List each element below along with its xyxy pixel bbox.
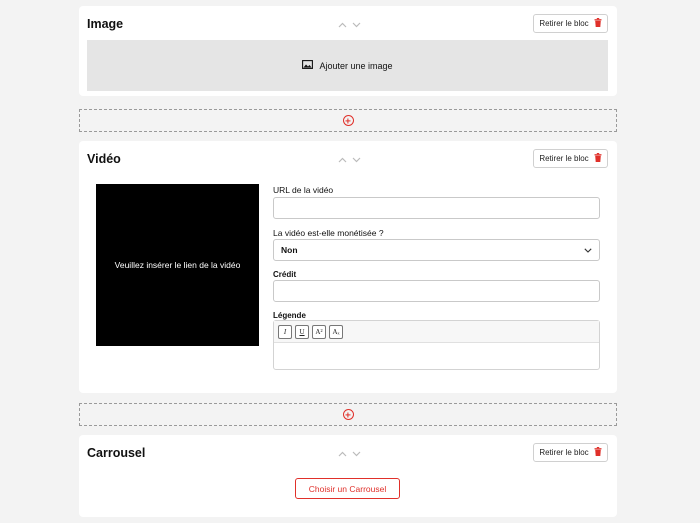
- chevron-up-icon[interactable]: [337, 19, 348, 30]
- reorder-controls: [337, 154, 362, 165]
- remove-block-label: Retirer le bloc: [539, 154, 589, 163]
- add-image-area[interactable]: Ajouter une image: [87, 40, 608, 91]
- trash-icon: [594, 447, 602, 458]
- underline-button[interactable]: U: [295, 324, 309, 339]
- url-label: URL de la vidéo: [273, 185, 334, 195]
- chevron-up-icon[interactable]: [337, 154, 348, 165]
- chevron-down-icon[interactable]: [351, 19, 362, 30]
- video-url-input[interactable]: [273, 197, 600, 219]
- caption-editor: I U A² Aₓ: [273, 320, 600, 370]
- caption-toolbar: I U A² Aₓ: [274, 321, 599, 343]
- reorder-controls: [337, 19, 362, 30]
- chevron-down-icon[interactable]: [351, 154, 362, 165]
- caption-label: Légende: [273, 311, 306, 320]
- choose-carousel-button[interactable]: Choisir un Carrousel: [295, 478, 400, 499]
- chevron-down-icon: [584, 245, 592, 255]
- block-title: Image: [87, 17, 124, 31]
- remove-block-label: Retirer le bloc: [539, 19, 589, 28]
- caption-input[interactable]: [274, 343, 599, 370]
- remove-block-button[interactable]: Retirer le bloc: [533, 14, 608, 33]
- video-preview: Veuillez insérer le lien de la vidéo: [96, 184, 259, 346]
- credit-label: Crédit: [273, 270, 297, 279]
- plus-circle-icon[interactable]: [342, 115, 354, 126]
- remove-block-button[interactable]: Retirer le bloc: [533, 443, 608, 462]
- image-block: Image Retirer le bloc Ajouter une image: [79, 6, 617, 96]
- superscript-button[interactable]: A²: [312, 324, 326, 339]
- remove-block-button[interactable]: Retirer le bloc: [533, 149, 608, 168]
- block-title: Carrousel: [87, 446, 146, 460]
- video-block: Vidéo Retirer le bloc Veuillez insérer l…: [79, 141, 617, 393]
- chevron-down-icon[interactable]: [351, 448, 362, 459]
- monetized-label: La vidéo est-elle monétisée ?: [273, 228, 384, 238]
- trash-icon: [594, 153, 602, 164]
- remove-block-label: Retirer le bloc: [539, 448, 589, 457]
- add-block-zone[interactable]: [79, 109, 617, 132]
- monetized-value: Non: [281, 245, 298, 255]
- image-icon: [302, 60, 314, 71]
- monetized-select[interactable]: Non: [273, 239, 600, 261]
- chevron-up-icon[interactable]: [337, 448, 348, 459]
- credit-input[interactable]: [273, 280, 600, 302]
- subscript-button[interactable]: Aₓ: [329, 324, 343, 339]
- block-title: Vidéo: [87, 152, 121, 166]
- video-preview-text: Veuillez insérer le lien de la vidéo: [114, 260, 241, 270]
- reorder-controls: [337, 448, 362, 459]
- add-block-zone[interactable]: [79, 403, 617, 426]
- trash-icon: [594, 18, 602, 29]
- add-image-label: Ajouter une image: [319, 60, 393, 71]
- plus-circle-icon[interactable]: [342, 409, 354, 420]
- italic-button[interactable]: I: [278, 324, 292, 339]
- carousel-block: Carrousel Retirer le bloc Choisir un Car…: [79, 435, 617, 517]
